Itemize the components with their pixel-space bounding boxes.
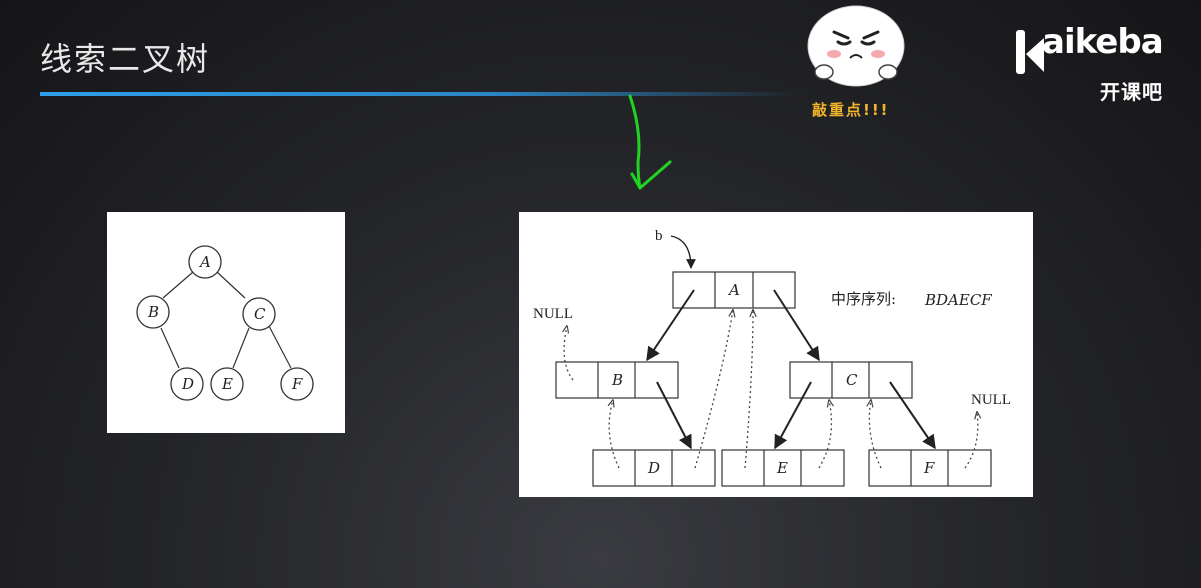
child-pointer-a-c [773, 289, 820, 362]
cell-d: D [647, 459, 660, 477]
sticker-face-icon [807, 5, 905, 87]
inorder-value: BDAECF [924, 291, 992, 309]
tree-node-c: C [254, 305, 266, 323]
pointer-arrow [670, 235, 696, 269]
tree-edge [216, 271, 246, 299]
null-label-right: NULL [971, 392, 1011, 408]
cell-a: A [727, 281, 740, 299]
cell-c: C [846, 371, 858, 389]
tree-edge [268, 325, 292, 369]
child-pointer-a-b [646, 289, 695, 362]
tree-edge [232, 327, 250, 369]
thread-e-a [744, 310, 753, 469]
cell-f: F [923, 459, 935, 477]
threaded-tree-panel: A B C D E F b 中序序列: BDAECF NULL NULL [519, 212, 1033, 497]
tree-node-f: F [291, 375, 303, 393]
tree-node-b: B [147, 303, 159, 321]
threaded-tree-diagram: A B C D E F b 中序序列: BDAECF NULL NULL [533, 228, 1011, 487]
thread-d-a [694, 310, 733, 469]
title-underline [40, 92, 800, 96]
logo-subtitle: 开课吧 [1100, 80, 1163, 104]
tree-node-e: E [221, 375, 233, 393]
null-label-left: NULL [533, 306, 573, 322]
inorder-label: 中序序列: [831, 290, 896, 308]
cell-b: B [611, 371, 623, 389]
binary-tree-panel: A B C D E F [107, 212, 345, 433]
tree-node-d: D [181, 375, 194, 393]
tree-node-a: A [198, 253, 211, 271]
green-arrow-annotation [628, 94, 672, 190]
cell-e: E [776, 459, 788, 477]
slide-title: 线索二叉树 [40, 40, 211, 78]
sticker-caption: 敲重点!!! [812, 101, 890, 119]
logo-text: aikeba [1042, 22, 1164, 62]
tree-edge [162, 271, 194, 299]
binary-tree-diagram: A B C D E F [136, 245, 314, 401]
tree-edge [160, 327, 180, 369]
pointer-label-b: b [655, 228, 663, 244]
